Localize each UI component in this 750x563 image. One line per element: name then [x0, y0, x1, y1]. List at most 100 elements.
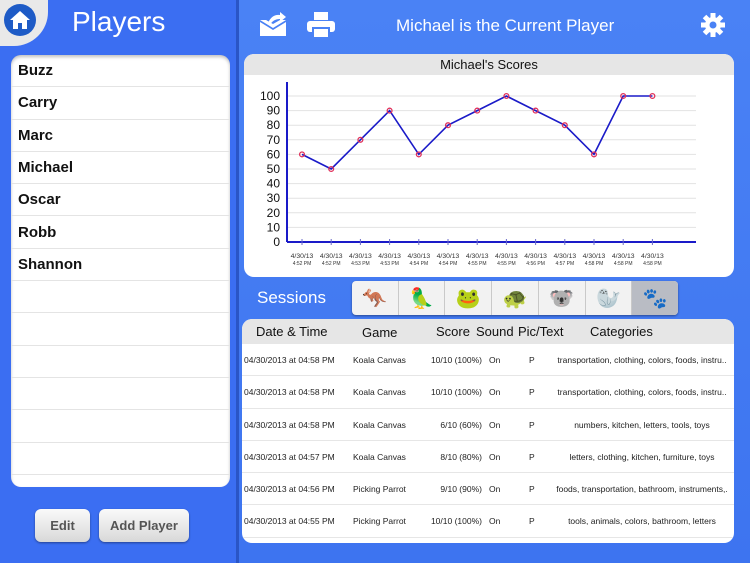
- cell-pic-text: P: [529, 516, 535, 527]
- player-row[interactable]: Oscar: [11, 184, 230, 217]
- player-row[interactable]: Carry: [11, 87, 230, 120]
- session-tab-all-animals[interactable]: 🐾: [632, 281, 678, 315]
- session-tab-turtle[interactable]: 🐢: [492, 281, 539, 315]
- parrot-icon: 🦜: [409, 287, 435, 310]
- koala-icon: 🐨: [549, 287, 575, 310]
- printer-icon[interactable]: [305, 10, 337, 40]
- cell-categories: foods, transportation, bathroom, instrum…: [556, 484, 728, 495]
- x-tick-label-time: 4:58 PM: [585, 261, 604, 267]
- header-date[interactable]: Date & Time: [256, 324, 328, 339]
- kangaroo-icon: 🦘: [362, 287, 388, 310]
- add-player-button[interactable]: Add Player: [99, 509, 189, 542]
- chart-title: Michael's Scores: [244, 54, 734, 75]
- x-tick-label-date: 4/30/13: [641, 253, 664, 260]
- cell-game: Picking Parrot: [353, 516, 406, 527]
- cell-game: Koala Canvas: [353, 355, 406, 365]
- edit-button[interactable]: Edit: [35, 509, 90, 542]
- cell-categories: tools, animals, colors, bathroom, letter…: [568, 516, 716, 527]
- x-tick-label-time: 4:53 PM: [351, 261, 370, 267]
- x-tick-label-time: 4:54 PM: [439, 261, 458, 267]
- x-tick-label-time: 4:56 PM: [526, 261, 545, 267]
- home-icon: [4, 4, 36, 36]
- x-tick-label-date: 4/30/13: [553, 253, 576, 260]
- sessions-table: Date & Time Game Score Sound Pic/Text Ca…: [242, 319, 734, 543]
- seal-icon: 🦭: [596, 287, 621, 310]
- header-score[interactable]: Score: [436, 324, 470, 339]
- player-row[interactable]: [11, 313, 230, 346]
- cell-game: Koala Canvas: [353, 419, 406, 430]
- player-row[interactable]: Shannon: [11, 249, 230, 282]
- y-tick-label: 40: [267, 177, 281, 191]
- player-row[interactable]: [11, 346, 230, 378]
- player-row[interactable]: [11, 378, 230, 411]
- y-tick-label: 70: [267, 133, 281, 147]
- cell-pic-text: P: [529, 387, 535, 398]
- cell-date: 04/30/2013 at 04:58 PM: [244, 419, 335, 430]
- header-sound[interactable]: Sound: [476, 324, 514, 339]
- sessions-label: Sessions: [257, 288, 326, 307]
- header-game[interactable]: Game: [362, 325, 397, 340]
- player-row[interactable]: [11, 281, 230, 314]
- table-row[interactable]: 04/30/2013 at 04:57 PM Koala Canvas 8/10 (…: [242, 441, 734, 474]
- players-list[interactable]: Buzz Carry Marc Michael Oscar Robb Shannon: [11, 55, 230, 487]
- player-row[interactable]: Marc: [11, 120, 230, 152]
- cell-sound: On: [489, 419, 501, 430]
- session-tab-kangaroo[interactable]: 🦘: [352, 281, 399, 315]
- session-tab-frog-ball[interactable]: 🐸: [445, 281, 493, 315]
- cell-score: 8/10 (80%): [440, 451, 482, 462]
- table-row[interactable]: 04/30/2013 at 04:58 PM Koala Canvas 10/10 …: [242, 344, 734, 377]
- cell-score: 6/10 (60%): [440, 419, 482, 430]
- session-tab-seal[interactable]: 🦭: [586, 281, 633, 315]
- y-tick-label: 60: [267, 147, 281, 161]
- header-categories[interactable]: Categories: [590, 324, 653, 339]
- player-row[interactable]: Michael: [11, 152, 230, 185]
- cell-categories: transportation, clothing, colors, foods,…: [557, 387, 727, 398]
- y-tick-label: 30: [267, 191, 281, 205]
- scores-line-chart: 01020304050607080901004/30/134:52 PM4/30…: [260, 82, 696, 267]
- cell-score: 10/10 (100%): [430, 516, 482, 527]
- cell-game: Koala Canvas: [353, 451, 406, 462]
- player-row[interactable]: Robb: [11, 216, 230, 249]
- y-tick-label: 0: [273, 235, 280, 249]
- cell-pic-text: P: [529, 484, 535, 495]
- cell-sound: On: [489, 451, 501, 462]
- x-tick-label-date: 4/30/13: [612, 253, 635, 260]
- x-tick-label-time: 4:55 PM: [468, 261, 487, 267]
- y-tick-label: 100: [260, 89, 280, 103]
- cell-categories: numbers, kitchen, letters, tools, toys: [574, 419, 710, 430]
- y-tick-label: 10: [267, 220, 281, 234]
- table-header: Date & Time Game Score Sound Pic/Text Ca…: [242, 319, 734, 344]
- table-row[interactable]: 04/30/2013 at 04:58 PM Koala Canvas 10/10 …: [242, 376, 734, 409]
- x-tick-label-time: 4:58 PM: [643, 261, 662, 267]
- x-tick-label-time: 4:52 PM: [293, 261, 312, 267]
- table-row[interactable]: 04/30/2013 at 04:56 PM Picking Parrot 9/10…: [242, 473, 734, 506]
- cell-score: 9/10 (90%): [440, 484, 482, 495]
- table-row[interactable]: 04/30/2013 at 04:55 PM Picking Parrot 10/1…: [242, 505, 734, 538]
- x-tick-label-time: 4:55 PM: [497, 261, 516, 267]
- gear-icon[interactable]: [697, 10, 729, 40]
- score-line: [301, 95, 653, 170]
- session-tab-parrot[interactable]: 🦜: [399, 281, 446, 315]
- y-tick-label: 20: [267, 206, 281, 220]
- table-body: 04/30/2013 at 04:58 PM Koala Canvas 10/10 …: [242, 344, 734, 538]
- cell-score: 10/10 (100%): [430, 355, 482, 365]
- player-row[interactable]: [11, 443, 230, 475]
- x-tick-label-time: 4:54 PM: [409, 261, 428, 267]
- game-filter-tabs: 🦘 🦜 🐸 🐢 🐨 🦭 🐾: [352, 281, 678, 315]
- y-tick-label: 90: [267, 104, 281, 118]
- mail-forward-icon[interactable]: [257, 10, 289, 40]
- player-row[interactable]: Buzz: [11, 55, 230, 88]
- x-tick-label-date: 4/30/13: [407, 253, 430, 260]
- cell-sound: On: [489, 387, 501, 398]
- session-tab-koala[interactable]: 🐨: [539, 281, 586, 315]
- home-button[interactable]: [0, 0, 48, 46]
- x-tick-label-time: 4:53 PM: [380, 261, 399, 267]
- player-row[interactable]: [11, 410, 230, 443]
- x-tick-label-date: 4/30/13: [495, 253, 518, 260]
- header-pic-text[interactable]: Pic/Text: [518, 324, 564, 339]
- cell-sound: On: [489, 355, 501, 365]
- table-row[interactable]: 04/30/2013 at 04:58 PM Koala Canvas 6/10 (…: [242, 409, 734, 441]
- x-tick-label-time: 4:57 PM: [555, 261, 574, 267]
- cell-categories: transportation, clothing, colors, foods,…: [557, 355, 727, 365]
- x-tick-label-time: 4:52 PM: [322, 261, 341, 267]
